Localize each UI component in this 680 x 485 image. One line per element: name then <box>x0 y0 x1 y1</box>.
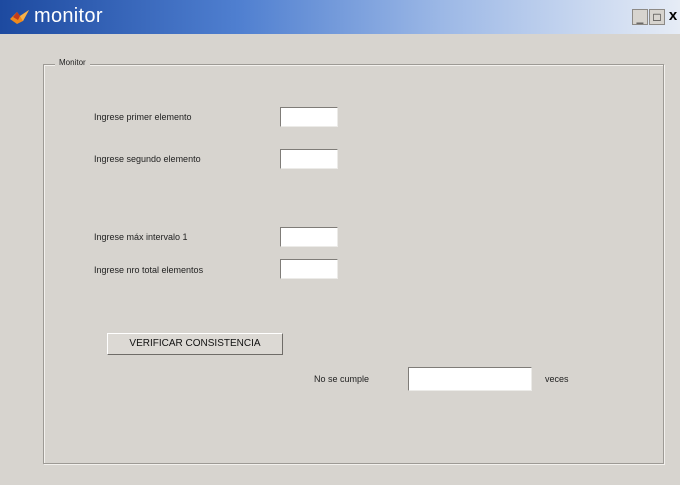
max-intervalo-input[interactable] <box>280 227 338 247</box>
no-se-cumple-label: No se cumple <box>314 374 370 384</box>
primer-elemento-label: Ingrese primer elemento <box>94 112 192 122</box>
max-intervalo-label: Ingrese máx intervalo 1 <box>94 232 188 242</box>
matlab-logo-icon <box>10 10 29 24</box>
window-title: monitor <box>34 5 103 27</box>
monitor-window: monitor _ □ x Monitor Ingrese primer ele… <box>0 0 680 485</box>
maximize-button[interactable]: □ <box>649 9 665 25</box>
segundo-elemento-input[interactable] <box>280 149 338 169</box>
primer-elemento-input[interactable] <box>280 107 338 127</box>
close-button[interactable]: x <box>666 8 680 25</box>
nro-total-input[interactable] <box>280 259 338 279</box>
nro-total-label: Ingrese nro total elementos <box>94 265 204 275</box>
veces-label: veces <box>545 374 569 384</box>
panel-title: Monitor <box>55 57 90 69</box>
minimize-button[interactable]: _ <box>632 9 648 25</box>
no-se-cumple-output[interactable] <box>408 367 532 391</box>
title-bar[interactable]: monitor _ □ x <box>0 0 680 34</box>
verificar-consistencia-button[interactable]: VERIFICAR CONSISTENCIA <box>107 333 283 355</box>
window-controls: _ □ x <box>632 8 680 29</box>
segundo-elemento-label: Ingrese segundo elemento <box>94 154 201 164</box>
